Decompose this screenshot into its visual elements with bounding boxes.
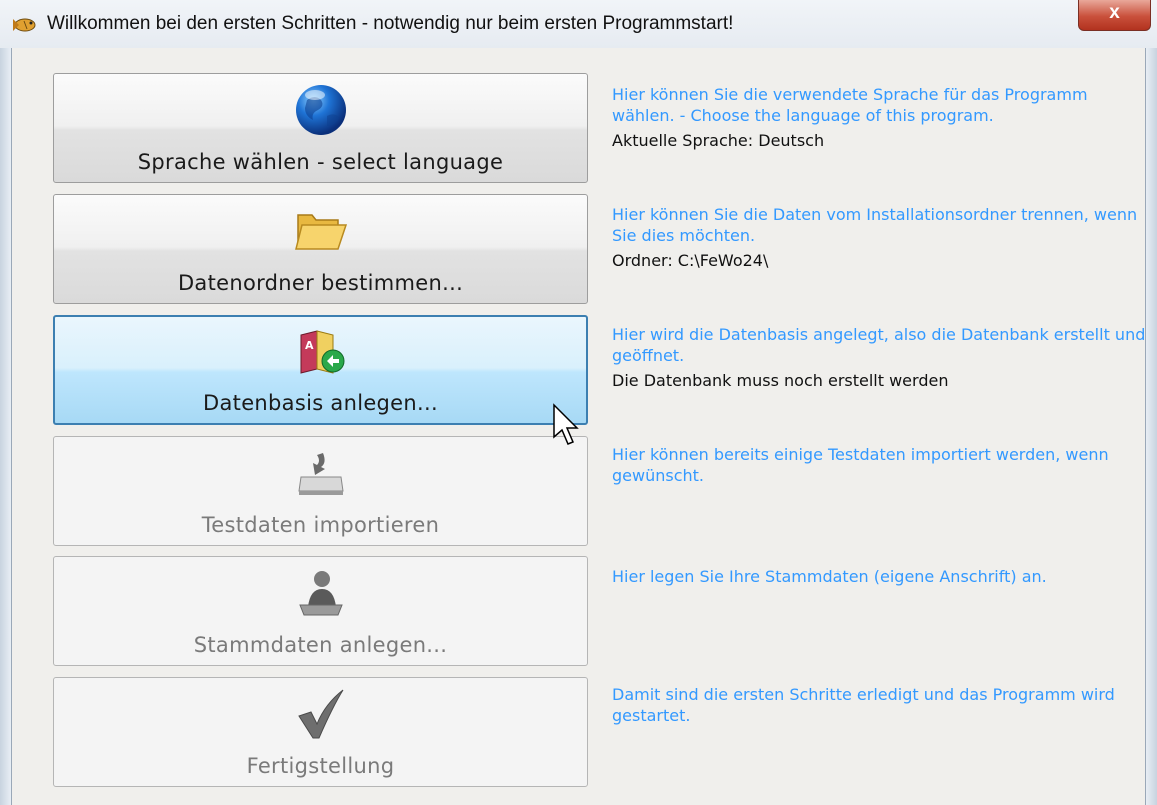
window-frame-left — [0, 48, 12, 805]
data-folder-status: Ordner: C:\FeWo24\ — [612, 251, 769, 270]
finish-description: Damit sind die ersten Schritte erledigt … — [612, 684, 1147, 726]
folder-icon — [294, 214, 347, 250]
create-database-button[interactable]: A Datenbasis anlegen... — [53, 315, 588, 425]
data-folder-description: Hier können Sie die Daten vom Installati… — [612, 204, 1147, 271]
database-status: Die Datenbank muss noch erstellt werden — [612, 371, 949, 390]
fish-logo-icon — [13, 18, 36, 32]
create-database-label: Datenbasis anlegen... — [203, 391, 438, 415]
description-text: Hier können bereits einige Testdaten imp… — [612, 445, 1109, 485]
create-master-data-button[interactable]: Stammdaten anlegen... — [53, 556, 588, 666]
import-test-data-button[interactable]: Testdaten importieren — [53, 436, 588, 546]
select-language-label: Sprache wählen - select language — [137, 150, 504, 174]
checkmark-icon — [297, 689, 343, 739]
description-text: Hier können Sie die Daten vom Installati… — [612, 205, 1138, 245]
import-test-data-description: Hier können bereits einige Testdaten imp… — [612, 444, 1147, 486]
disk-import-icon — [297, 453, 344, 495]
create-database-description: Hier wird die Datenbasis angelegt, also … — [612, 324, 1147, 391]
database-book-icon: A — [300, 330, 344, 374]
select-language-description: Hier können Sie die verwendete Sprache f… — [612, 84, 1147, 151]
person-desk-icon — [298, 571, 343, 616]
finish-label: Fertigstellung — [246, 754, 395, 778]
title-bar: Willkommen bei den ersten Schritten - no… — [0, 0, 1157, 48]
select-language-button[interactable]: Sprache wählen - select language — [53, 73, 588, 183]
window-title: Willkommen bei den ersten Schritten - no… — [47, 13, 734, 34]
description-text: Hier legen Sie Ihre Stammdaten (eigene A… — [612, 567, 1047, 586]
data-folder-button[interactable]: Datenordner bestimmen... — [53, 194, 588, 304]
close-button[interactable]: x — [1078, 0, 1151, 31]
description-text: Hier können Sie die verwendete Sprache f… — [612, 85, 1088, 125]
description-text: Hier wird die Datenbasis angelegt, also … — [612, 325, 1146, 365]
globe-icon — [295, 85, 346, 135]
current-language-status: Aktuelle Sprache: Deutsch — [612, 131, 825, 150]
mouse-cursor-icon — [553, 403, 579, 445]
svg-text:A: A — [305, 339, 314, 352]
create-master-data-description: Hier legen Sie Ihre Stammdaten (eigene A… — [612, 566, 1147, 587]
import-test-data-label: Testdaten importieren — [201, 513, 440, 537]
data-folder-label: Datenordner bestimmen... — [177, 271, 464, 295]
description-text: Damit sind die ersten Schritte erledigt … — [612, 685, 1115, 725]
finish-button[interactable]: Fertigstellung — [53, 677, 588, 787]
create-master-data-label: Stammdaten anlegen... — [193, 633, 448, 657]
